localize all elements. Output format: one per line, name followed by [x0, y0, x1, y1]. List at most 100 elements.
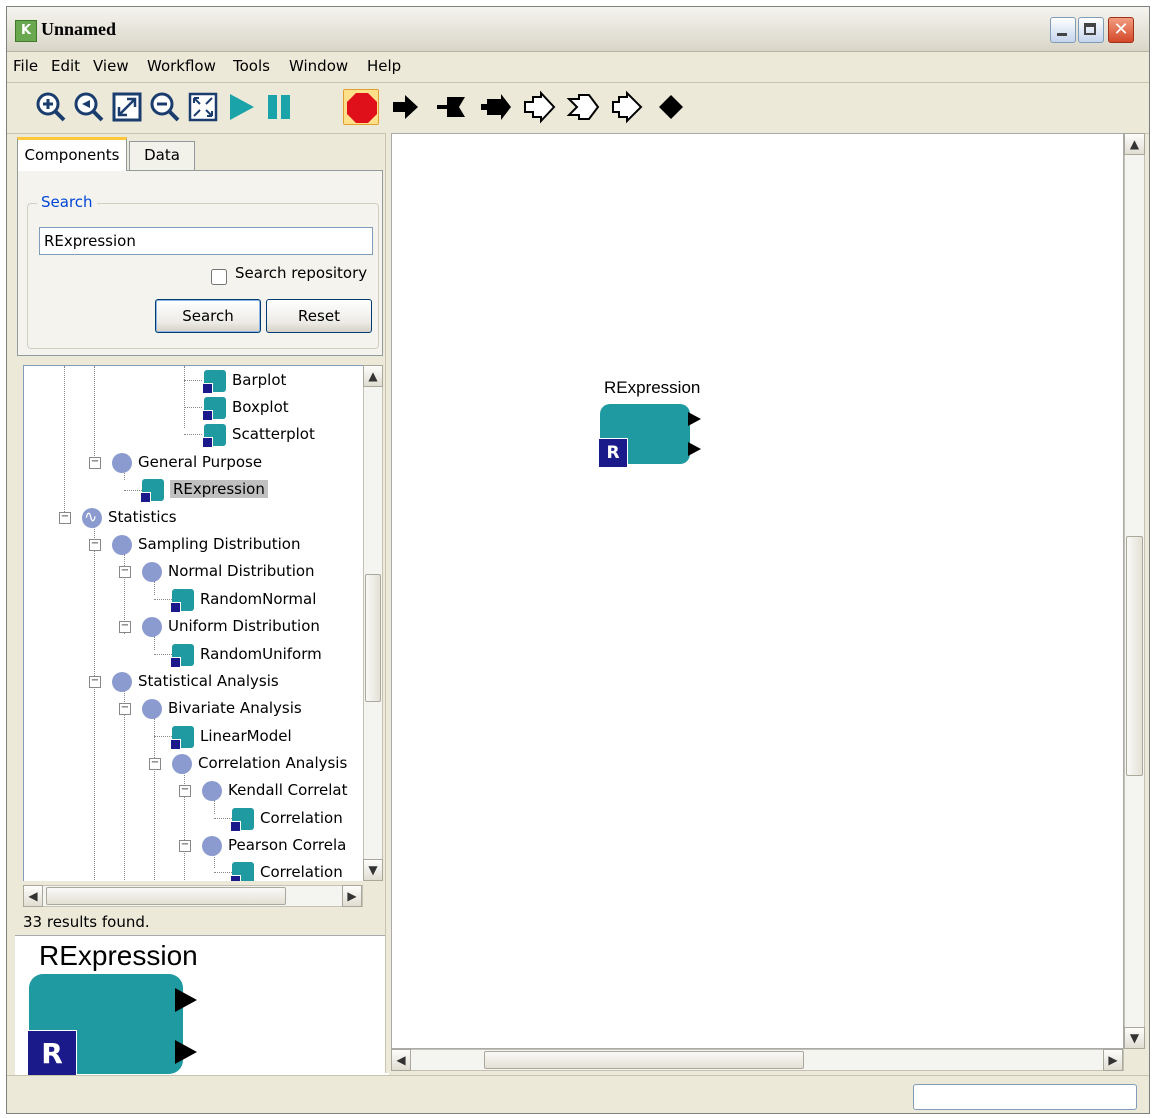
component-icon — [170, 588, 194, 613]
tree-expander[interactable]: − — [179, 785, 191, 797]
output-port-icon[interactable] — [688, 412, 701, 426]
tree-item-barplot[interactable]: Barplot — [202, 368, 286, 394]
zoom-reset-icon[interactable] — [71, 89, 107, 125]
scroll-down-icon[interactable]: ▼ — [363, 859, 383, 881]
scroll-up-icon[interactable]: ▲ — [1124, 133, 1145, 155]
component-preview: RExpression R — [15, 935, 389, 1078]
tree-item-pearson-correlation[interactable]: Pearson Correla — [202, 833, 346, 857]
window-title: Unnamed — [41, 19, 117, 39]
port-outline-flag-icon[interactable] — [565, 89, 601, 125]
tree-expander[interactable]: − — [119, 703, 131, 715]
scrollbar-thumb[interactable] — [365, 574, 381, 702]
tree-expander[interactable]: − — [89, 676, 101, 688]
status-bar — [7, 1075, 1149, 1113]
canvas-vertical-scrollbar[interactable]: ▲ ▼ — [1124, 133, 1145, 1049]
scroll-down-icon[interactable]: ▼ — [1124, 1027, 1145, 1049]
port-outline-arrow-icon[interactable] — [521, 89, 557, 125]
app-logo-icon: K — [15, 20, 37, 42]
search-input[interactable] — [39, 227, 373, 255]
tree-item-linearmodel[interactable]: LinearModel — [170, 724, 292, 750]
output-port-icon[interactable] — [688, 442, 701, 456]
tree-item-randomnormal[interactable]: RandomNormal — [170, 587, 316, 613]
menu-help[interactable]: Help — [367, 57, 401, 75]
port-double-icon[interactable] — [477, 89, 513, 125]
tree-item-uniform-distribution[interactable]: Uniform Distribution — [142, 614, 320, 638]
menu-file[interactable]: File — [13, 57, 38, 75]
port-outline-double-icon[interactable] — [609, 89, 645, 125]
zoom-out-icon[interactable] — [147, 89, 183, 125]
tree-item-normal-distribution[interactable]: Normal Distribution — [142, 559, 315, 583]
scroll-up-icon[interactable]: ▲ — [363, 365, 383, 387]
tree-item-correlation-analysis[interactable]: Correlation Analysis — [172, 751, 347, 775]
component-icon — [140, 478, 164, 503]
tree-item-correlation[interactable]: Correlation — [230, 860, 343, 881]
menu-edit[interactable]: Edit — [51, 57, 80, 75]
tree-item-correlation[interactable]: Correlation — [230, 806, 343, 832]
scroll-left-icon[interactable]: ◀ — [391, 1049, 411, 1071]
zoom-to-fit-icon[interactable] — [109, 89, 145, 125]
menu-tools[interactable]: Tools — [233, 57, 270, 75]
close-button[interactable]: ✕ — [1108, 17, 1134, 43]
tree-expander[interactable]: − — [119, 621, 131, 633]
scrollbar-thumb[interactable] — [46, 887, 286, 905]
output-port-icon — [175, 1040, 197, 1064]
tab-components[interactable]: Components — [17, 137, 127, 171]
tree-item-statistical-analysis[interactable]: Statistical Analysis — [112, 669, 279, 693]
tree-expander[interactable]: − — [149, 758, 161, 770]
zoom-in-icon[interactable] — [33, 89, 69, 125]
close-icon: ✕ — [1113, 19, 1129, 40]
scroll-left-icon[interactable]: ◀ — [23, 885, 43, 907]
reset-button[interactable]: Reset — [266, 299, 372, 333]
component-icon — [202, 423, 226, 448]
tree-item-bivariate-analysis[interactable]: Bivariate Analysis — [142, 696, 302, 720]
tree-item-sampling-distribution[interactable]: Sampling Distribution — [112, 532, 301, 556]
fit-window-icon[interactable] — [185, 89, 221, 125]
tree-item-statistics[interactable]: Statistics — [82, 505, 177, 529]
search-repository-checkbox[interactable] — [211, 269, 227, 285]
scrollbar-thumb[interactable] — [484, 1051, 804, 1069]
tree-horizontal-scrollbar[interactable]: ◀ ▶ — [23, 885, 363, 907]
stop-icon[interactable] — [343, 89, 379, 125]
tree-expander[interactable]: − — [119, 566, 131, 578]
folder-icon — [112, 534, 132, 555]
tree-expander[interactable]: − — [59, 512, 71, 524]
minimize-button[interactable] — [1050, 17, 1076, 43]
tree-item-rexpression[interactable]: RExpression — [140, 477, 268, 503]
results-count: 33 results found. — [23, 913, 150, 931]
port-arrow-icon[interactable] — [387, 89, 423, 125]
left-pane: Components Data Search Search repository… — [15, 133, 389, 1078]
folder-icon — [142, 698, 162, 719]
maximize-button[interactable] — [1078, 17, 1104, 43]
scroll-right-icon[interactable]: ▶ — [1103, 1049, 1123, 1071]
search-button[interactable]: Search — [155, 299, 261, 333]
pause-icon[interactable] — [261, 89, 297, 125]
port-flag-icon[interactable] — [433, 89, 469, 125]
menu-workflow[interactable]: Workflow — [147, 57, 216, 75]
actor-title: RExpression — [604, 378, 701, 397]
menu-view[interactable]: View — [93, 57, 129, 75]
run-icon[interactable] — [223, 89, 259, 125]
r-badge: R — [598, 438, 628, 468]
search-group-label: Search — [37, 193, 97, 211]
tree-expander[interactable]: − — [89, 457, 101, 469]
rexpression-actor[interactable]: R — [598, 404, 701, 468]
search-repository-label: Search repository — [235, 264, 368, 282]
tree-item-kendall-correlation[interactable]: Kendall Correlat — [202, 778, 348, 802]
scroll-right-icon[interactable]: ▶ — [342, 885, 362, 907]
canvas-horizontal-scrollbar[interactable]: ◀ ▶ — [391, 1049, 1124, 1071]
folder-icon — [142, 616, 162, 637]
tree-expander[interactable]: − — [89, 539, 101, 551]
menu-window[interactable]: Window — [289, 57, 348, 75]
preview-actor-icon: R — [27, 974, 197, 1078]
tree-vertical-scrollbar[interactable]: ▲ ▼ — [363, 365, 383, 881]
relation-diamond-icon[interactable] — [653, 89, 689, 125]
tree-item-scatterplot[interactable]: Scatterplot — [202, 422, 315, 448]
r-badge: R — [27, 1030, 77, 1078]
workflow-canvas[interactable]: RExpression R — [391, 133, 1124, 1049]
scrollbar-thumb[interactable] — [1126, 536, 1143, 776]
tree-item-randomuniform[interactable]: RandomUniform — [170, 642, 322, 668]
tree-item-boxplot[interactable]: Boxplot — [202, 395, 289, 421]
tree-expander[interactable]: − — [179, 840, 191, 852]
tree-item-general-purpose[interactable]: General Purpose — [112, 450, 262, 474]
tab-data[interactable]: Data — [129, 141, 195, 171]
